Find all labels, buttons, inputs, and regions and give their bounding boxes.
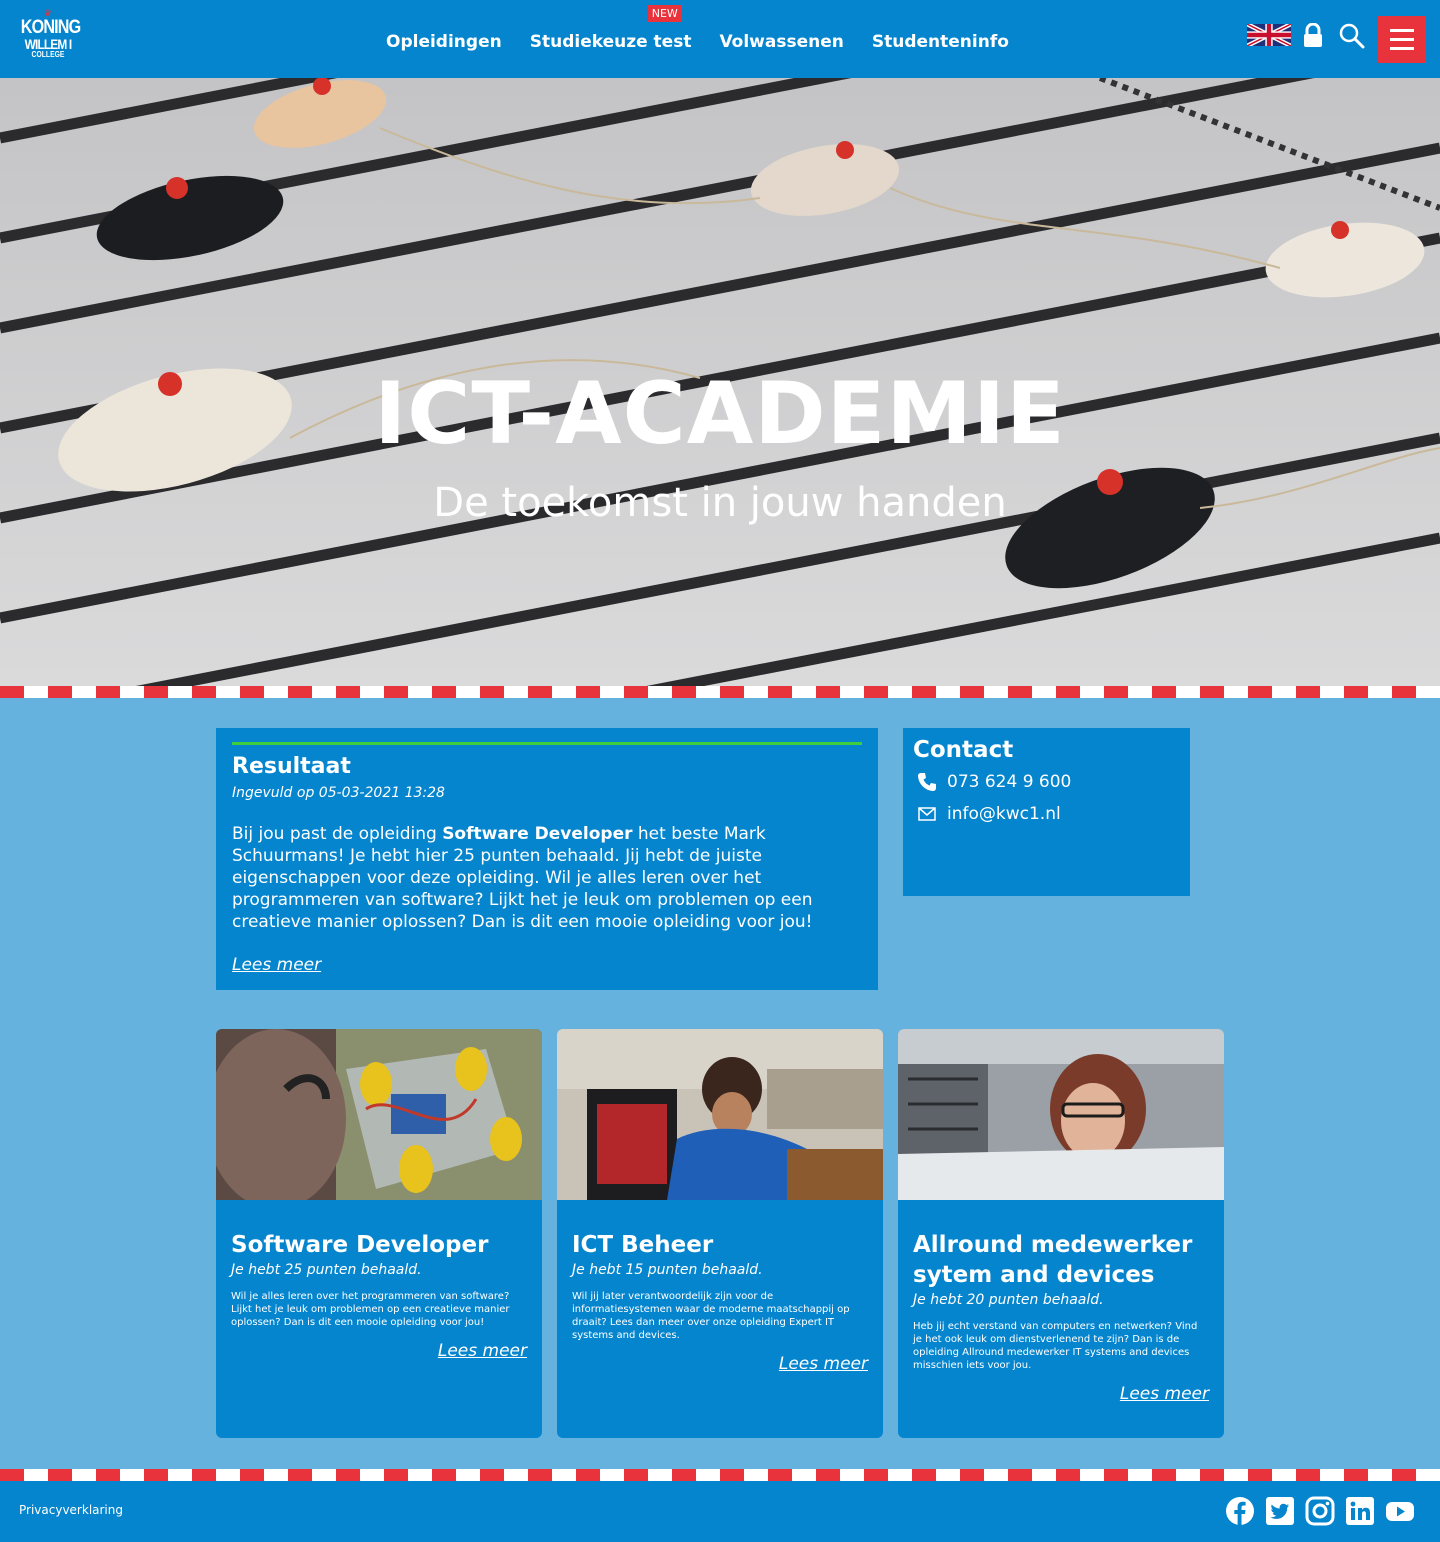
program-lees-meer-link[interactable]: Lees meer bbox=[572, 1354, 868, 1374]
contact-phone-number: 073 624 9 600 bbox=[947, 772, 1072, 792]
nav-studiekeuze-test[interactable]: Studiekeuze test NEW bbox=[529, 5, 692, 52]
menu-line bbox=[1390, 29, 1414, 32]
search-icon[interactable] bbox=[1339, 23, 1365, 49]
result-title: Resultaat bbox=[232, 754, 351, 779]
program-title: ICT Beheer bbox=[572, 1232, 714, 1258]
contact-phone[interactable]: 073 624 9 600 bbox=[913, 766, 1180, 798]
hamburger-menu-button[interactable] bbox=[1378, 16, 1426, 63]
instagram-icon[interactable] bbox=[1305, 1496, 1335, 1526]
program-title: Software Developer bbox=[231, 1232, 489, 1258]
nav-opleidingen[interactable]: Opleidingen bbox=[386, 26, 502, 52]
program-points: Je hebt 20 punten behaald. bbox=[913, 1292, 1104, 1308]
program-description: Heb jij echt verstand van computers en n… bbox=[913, 1321, 1198, 1371]
program-card-body: Software Developer Je hebt 25 punten beh… bbox=[216, 1200, 542, 1361]
hero-banner: ICT-ACADEMIE De toekomst in jouw handen bbox=[0, 78, 1440, 686]
result-text-intro: Bij jou past de opleiding bbox=[232, 824, 443, 844]
linkedin-icon[interactable] bbox=[1345, 1496, 1375, 1526]
result-date: Ingevuld op 05-03-2021 13:28 bbox=[232, 785, 445, 801]
program-card-body: ICT Beheer Je hebt 15 punten behaald. Wi… bbox=[557, 1200, 883, 1374]
checkered-divider bbox=[0, 1469, 1440, 1481]
uk-flag-icon[interactable] bbox=[1247, 24, 1291, 46]
logo-line-1: KONING bbox=[20, 17, 81, 38]
result-text: Bij jou past de opleiding Software Devel… bbox=[232, 823, 862, 933]
logo-line-3: COLLEGE bbox=[31, 50, 65, 59]
logo-line-2: WILLEM I bbox=[24, 36, 73, 52]
checkered-divider bbox=[0, 686, 1440, 698]
result-lees-meer-link[interactable]: Lees meer bbox=[232, 955, 321, 975]
program-title: Allround medewerker sytem and devices bbox=[913, 1232, 1193, 1288]
main-nav: Opleidingen Studiekeuze test NEW Volwass… bbox=[386, 0, 1009, 78]
lock-icon[interactable] bbox=[1302, 23, 1324, 47]
program-photo-pc-repair bbox=[557, 1029, 883, 1200]
program-description: Wil je alles leren over het programmeren… bbox=[231, 1291, 510, 1328]
youtube-icon[interactable] bbox=[1385, 1496, 1415, 1526]
program-card-allround-medewerker: Allround medewerker sytem and devices Je… bbox=[898, 1029, 1224, 1438]
contact-title: Contact bbox=[913, 737, 1014, 763]
contact-card: Contact 073 624 9 600 info@kwc1.nl bbox=[903, 728, 1190, 896]
facebook-icon[interactable] bbox=[1225, 1496, 1255, 1526]
new-badge: NEW bbox=[647, 5, 682, 22]
program-card-software-developer: Software Developer Je hebt 25 punten beh… bbox=[216, 1029, 542, 1438]
result-accent-bar bbox=[232, 742, 862, 745]
site-footer: Privacyverklaring bbox=[0, 1481, 1440, 1542]
nav-studenteninfo[interactable]: Studenteninfo bbox=[872, 26, 1009, 52]
result-card: Resultaat Ingevuld op 05-03-2021 13:28 B… bbox=[216, 728, 878, 990]
phone-icon bbox=[918, 773, 936, 791]
nav-volwassenen[interactable]: Volwassenen bbox=[719, 26, 843, 52]
program-lees-meer-link[interactable]: Lees meer bbox=[913, 1384, 1209, 1404]
site-header: ♛ KONING WILLEM I COLLEGE Opleidingen St… bbox=[0, 0, 1440, 78]
koning-willem-logo[interactable]: ♛ KONING WILLEM I COLLEGE bbox=[16, 10, 81, 66]
menu-line bbox=[1390, 38, 1414, 41]
program-points: Je hebt 15 punten behaald. bbox=[572, 1262, 763, 1278]
program-lees-meer-link[interactable]: Lees meer bbox=[231, 1341, 527, 1361]
program-points: Je hebt 25 punten behaald. bbox=[231, 1262, 422, 1278]
contact-email[interactable]: info@kwc1.nl bbox=[913, 798, 1180, 830]
mail-icon bbox=[918, 807, 936, 821]
program-photo-network-cabinet bbox=[898, 1029, 1224, 1200]
nav-studiekeuze-label: Studiekeuze test bbox=[529, 32, 692, 52]
contact-email-address: info@kwc1.nl bbox=[947, 804, 1061, 824]
program-photo-robot-car bbox=[216, 1029, 542, 1200]
hero-title: ICT-ACADEMIE bbox=[374, 364, 1066, 464]
hero-subtitle: De toekomst in jouw handen bbox=[433, 480, 1007, 526]
privacy-link[interactable]: Privacyverklaring bbox=[19, 1503, 123, 1517]
menu-line bbox=[1390, 47, 1414, 50]
result-program-name: Software Developer bbox=[442, 824, 633, 844]
program-card-ict-beheer: ICT Beheer Je hebt 15 punten behaald. Wi… bbox=[557, 1029, 883, 1438]
program-card-body: Allround medewerker sytem and devices Je… bbox=[898, 1200, 1224, 1404]
program-description: Wil jij later verantwoordelijk zijn voor… bbox=[572, 1291, 850, 1341]
twitter-icon[interactable] bbox=[1265, 1496, 1295, 1526]
